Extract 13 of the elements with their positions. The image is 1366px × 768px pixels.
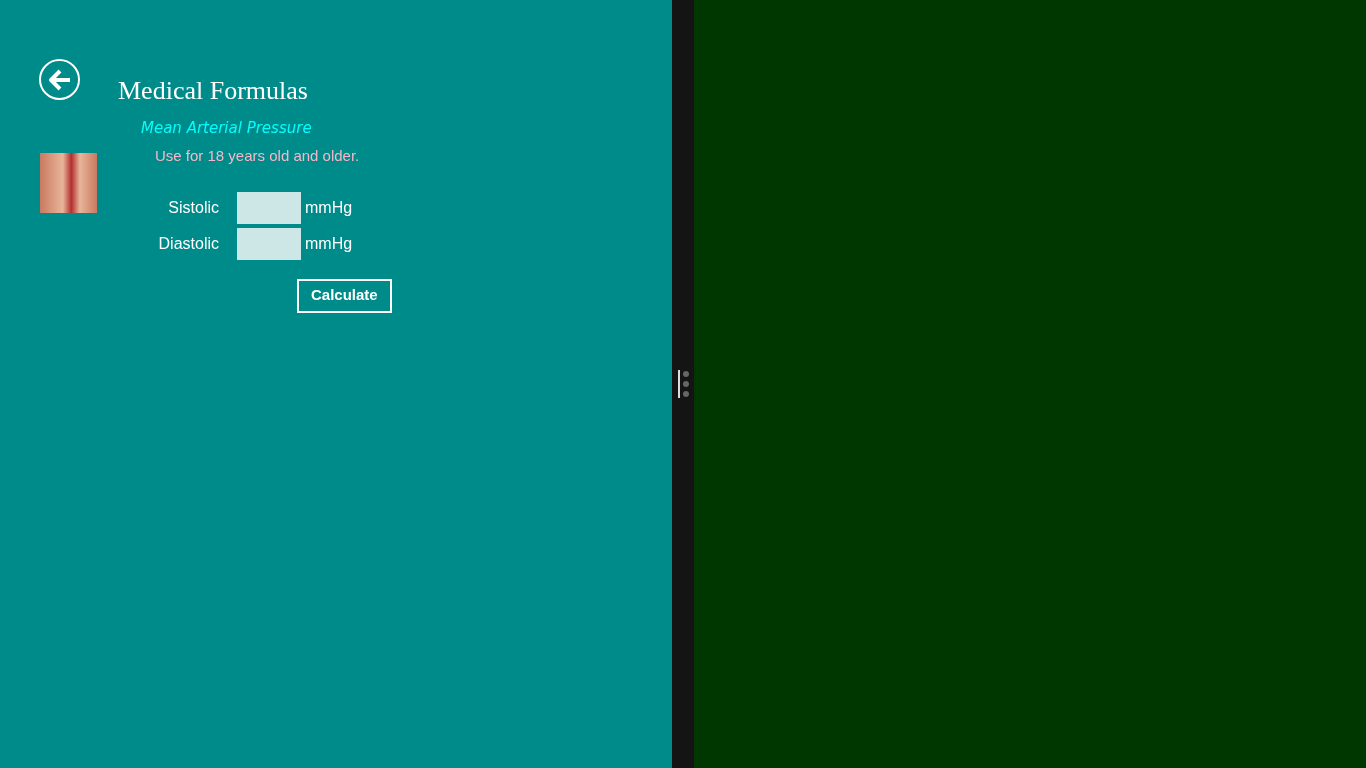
unit-label: mmHg: [305, 197, 353, 218]
field-label: Sistolic: [167, 197, 220, 218]
page-title: Medical Formulas: [118, 75, 308, 107]
age-note: Use for 18 years old and older.: [155, 145, 361, 166]
unit-label: mmHg: [305, 233, 353, 254]
calculate-button[interactable]: Calculate: [297, 278, 392, 313]
formula-title: Mean Arterial Pressure: [141, 118, 313, 139]
input-field[interactable]: [237, 191, 301, 224]
back-button[interactable]: [39, 59, 80, 100]
input-field[interactable]: [237, 227, 301, 260]
back-arrow-icon: [47, 68, 72, 91]
field-label: Diastolic: [157, 233, 220, 254]
drag-handle-icon: [682, 371, 689, 397]
